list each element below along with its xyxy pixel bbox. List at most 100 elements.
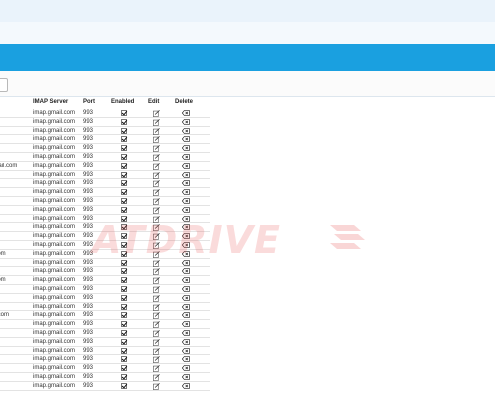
delete-icon <box>182 286 190 292</box>
edit-icon <box>153 330 160 337</box>
port-cell: 993 <box>83 233 94 240</box>
checkbox-checked-icon <box>121 189 127 196</box>
edit-icon <box>153 154 160 161</box>
column-header-port[interactable]: Port <box>83 99 95 106</box>
checkbox-checked-icon <box>121 127 127 134</box>
search-input[interactable] <box>0 78 8 92</box>
checkbox-checked-icon <box>121 241 127 248</box>
port-cell: 993 <box>83 338 94 345</box>
delete-button[interactable] <box>182 382 190 392</box>
checkbox-checked-icon <box>121 162 127 169</box>
edit-icon <box>153 224 160 232</box>
delete-icon <box>182 198 190 204</box>
imap-server-cell: imap.gmail.com <box>33 127 76 134</box>
checkbox-checked-icon <box>121 136 127 143</box>
table-row: imap.gmail.com 993 <box>0 347 210 356</box>
table-row: il.com imap.gmail.com 993 <box>0 250 210 259</box>
checkbox-checked-icon <box>121 233 127 240</box>
checkbox-checked-icon <box>121 321 127 328</box>
imap-server-cell: imap.gmail.com <box>33 162 76 169</box>
checkbox-checked-icon <box>121 180 127 187</box>
imap-server-cell: imap.gmail.com <box>33 373 76 380</box>
header-bar <box>0 44 495 71</box>
port-cell: 993 <box>83 277 94 284</box>
port-cell: 993 <box>83 189 94 196</box>
imap-server-cell: imap.gmail.com <box>33 189 76 196</box>
table-row: ail.com imap.gmail.com 993 <box>0 311 210 321</box>
port-cell: 993 <box>83 153 94 160</box>
table-row: imap.gmail.com 993 <box>0 223 210 233</box>
table-row: nimap.gmail.com 993 <box>0 127 210 136</box>
column-header-imap-server[interactable]: IMAP Server <box>33 99 68 106</box>
edit-icon <box>153 303 160 311</box>
checkbox-checked-icon <box>121 382 127 389</box>
table-row: imap.gmail.com 993 <box>0 355 210 365</box>
checkbox-checked-icon <box>121 215 127 222</box>
checkbox-checked-icon <box>121 206 127 213</box>
table-row: imap.gmail.com 993 <box>0 382 210 391</box>
edit-icon <box>153 286 160 293</box>
checkbox-checked-icon <box>121 356 127 363</box>
table-row: imap.gmail.com 993 <box>0 197 210 206</box>
delete-icon <box>182 259 190 266</box>
toolbar <box>0 71 495 96</box>
delete-icon <box>182 110 190 116</box>
port-cell: 993 <box>83 206 94 213</box>
column-header-enabled[interactable]: Enabled <box>111 99 134 106</box>
edit-button[interactable] <box>153 382 160 393</box>
imap-server-cell: imap.gmail.com <box>33 153 76 160</box>
imap-server-cell: imap.gmail.com <box>33 197 76 204</box>
column-header-delete: Delete <box>175 99 194 105</box>
imap-server-cell: imap.gmail.com <box>33 110 76 116</box>
port-cell: 993 <box>83 250 94 257</box>
delete-icon <box>182 312 190 319</box>
checkbox-checked-icon <box>121 259 127 266</box>
email-cell: il.com <box>0 277 6 284</box>
imap-server-cell: imap.gmail.com <box>33 347 76 354</box>
delete-icon <box>182 127 190 134</box>
imap-server-cell: imap.gmail.com <box>33 118 76 125</box>
edit-icon <box>153 259 160 267</box>
port-cell: 993 <box>83 127 94 134</box>
edit-icon <box>153 268 160 276</box>
delete-icon <box>182 250 190 257</box>
edit-icon <box>153 110 160 117</box>
delete-icon <box>182 180 190 187</box>
edit-icon <box>153 215 160 223</box>
delete-icon <box>182 242 190 248</box>
port-cell: 993 <box>83 171 94 178</box>
port-cell: 993 <box>83 285 94 292</box>
delete-icon <box>182 365 190 371</box>
imap-server-cell: imap.gmail.com <box>33 180 76 187</box>
accounts-table: IMAP Server Port Enabled Edit Delete ima… <box>0 98 210 391</box>
delete-icon <box>182 145 190 151</box>
imap-server-cell: imap.gmail.com <box>33 338 76 345</box>
port-cell: 993 <box>83 241 94 248</box>
edit-icon <box>153 118 160 126</box>
table-row: imap.gmail.com 993 <box>0 179 210 189</box>
port-cell: 993 <box>83 373 94 380</box>
table-row: imap.gmail.com 993 <box>0 285 210 294</box>
delete-icon <box>182 233 190 239</box>
edit-icon <box>153 356 160 364</box>
delete-icon <box>182 277 190 283</box>
email-cell: ail.com <box>0 312 10 319</box>
delete-icon <box>182 268 190 275</box>
checkbox-checked-icon <box>121 303 127 310</box>
imap-server-cell: imap.gmail.com <box>33 136 76 143</box>
port-cell: 993 <box>83 365 94 372</box>
checkbox-checked-icon <box>121 197 127 204</box>
checkbox-checked-icon <box>121 110 127 116</box>
table-row: imap.gmail.com 993 <box>0 118 210 127</box>
delete-icon <box>182 154 190 160</box>
edit-icon <box>153 189 160 197</box>
port-cell: 993 <box>83 118 94 125</box>
table-body: imap.gmail.com993imap.gmail.com993nimap.… <box>0 109 210 391</box>
delete-icon <box>182 206 190 213</box>
imap-server-cell: imap.gmail.com <box>33 241 76 248</box>
table-header: IMAP Server Port Enabled Edit Delete <box>0 98 210 109</box>
enabled-checkbox[interactable] <box>121 382 127 392</box>
table-row: imap.gmail.com 993 <box>0 267 210 277</box>
checkbox-checked-icon <box>121 329 127 336</box>
edit-icon <box>153 233 160 241</box>
